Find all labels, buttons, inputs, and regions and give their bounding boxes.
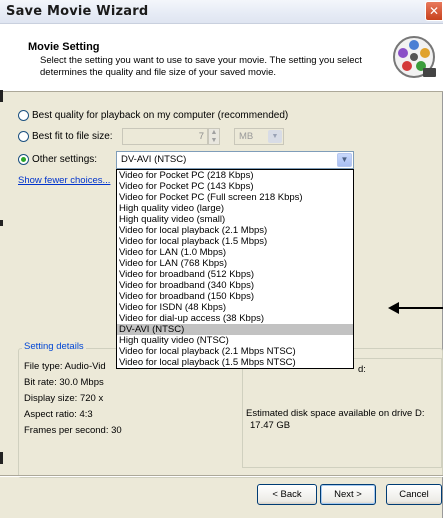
- show-fewer-choices-link[interactable]: Show fewer choices...: [18, 175, 110, 186]
- edge-mark: [0, 220, 3, 226]
- save-movie-wizard-window: Save Movie Wizard ✕ Movie Setting Select…: [0, 0, 443, 518]
- other-settings-label: Other settings:: [32, 154, 98, 165]
- edge-mark: [0, 90, 3, 102]
- edge-mark: [0, 452, 3, 464]
- chevron-down-icon[interactable]: ▼: [337, 153, 352, 167]
- dropdown-option[interactable]: Video for dial-up access (38 Kbps): [117, 313, 353, 324]
- dropdown-option[interactable]: Video for local playback (2.1 Mbps): [117, 225, 353, 236]
- file-size-unit-value: MB: [239, 131, 254, 142]
- detail-fragment: d:: [358, 364, 366, 375]
- next-button[interactable]: Next >: [320, 484, 376, 505]
- dropdown-option[interactable]: Video for Pocket PC (Full screen 218 Kbp…: [117, 192, 353, 203]
- other-settings-combo[interactable]: DV-AVI (NTSC) ▼: [116, 151, 354, 169]
- dropdown-option[interactable]: Video for LAN (768 Kbps): [117, 258, 353, 269]
- other-settings-option[interactable]: Other settings:: [18, 154, 97, 165]
- chevron-down-icon: ▼: [268, 130, 282, 143]
- best-quality-label: Best quality for playback on my computer…: [32, 110, 289, 121]
- page-description: Select the setting you want to use to sa…: [40, 55, 362, 78]
- button-separator: [0, 475, 443, 477]
- disk-space-value: 17.47 GB: [250, 420, 291, 431]
- detail-bit-rate: Bit rate: 30.0 Mbps: [24, 377, 104, 388]
- other-settings-radio[interactable]: [18, 154, 29, 165]
- other-settings-value: DV-AVI (NTSC): [121, 154, 187, 165]
- annotation-arrow-icon: [388, 302, 399, 314]
- dropdown-option[interactable]: High quality video (large): [117, 203, 353, 214]
- dropdown-option[interactable]: Video for Pocket PC (143 Kbps): [117, 181, 353, 192]
- file-size-input[interactable]: 7: [122, 128, 208, 145]
- dropdown-option[interactable]: High quality video (NTSC): [117, 335, 353, 346]
- close-button[interactable]: ✕: [425, 1, 443, 21]
- back-button[interactable]: < Back: [257, 484, 317, 505]
- setting-details-legend: Setting details: [22, 341, 86, 352]
- dropdown-option[interactable]: High quality video (small): [117, 214, 353, 225]
- dropdown-option[interactable]: Video for broadband (340 Kbps): [117, 280, 353, 291]
- best-fit-option[interactable]: Best fit to file size:: [18, 131, 113, 142]
- dropdown-option[interactable]: Video for local playback (1.5 Mbps NTSC): [117, 357, 353, 368]
- detail-frames-per-second: Frames per second: 30: [24, 425, 122, 436]
- best-quality-option[interactable]: Best quality for playback on my computer…: [18, 110, 288, 121]
- dropdown-option[interactable]: DV-AVI (NTSC): [117, 324, 353, 335]
- dropdown-option[interactable]: Video for Pocket PC (218 Kbps): [117, 170, 353, 181]
- cancel-button[interactable]: Cancel: [386, 484, 442, 505]
- best-fit-radio[interactable]: [18, 131, 29, 142]
- page-title: Movie Setting: [28, 41, 100, 53]
- detail-aspect-ratio: Aspect ratio: 4:3: [24, 409, 93, 420]
- window-title: Save Movie Wizard: [6, 4, 149, 19]
- annotation-arrow-line: [398, 307, 443, 309]
- dropdown-option[interactable]: Video for ISDN (48 Kbps): [117, 302, 353, 313]
- film-reel-icon: [393, 36, 436, 78]
- file-size-stepper[interactable]: ▲ ▼: [208, 128, 220, 145]
- best-quality-radio[interactable]: [18, 110, 29, 121]
- dropdown-option[interactable]: Video for LAN (1.0 Mbps): [117, 247, 353, 258]
- detail-display-size: Display size: 720 x: [24, 393, 104, 404]
- title-bar[interactable]: Save Movie Wizard ✕: [0, 0, 443, 24]
- dropdown-option[interactable]: Video for broadband (150 Kbps): [117, 291, 353, 302]
- wizard-header: Movie Setting Select the setting you wan…: [0, 24, 443, 92]
- disk-space-label: Estimated disk space available on drive …: [246, 408, 425, 419]
- dropdown-option[interactable]: Video for local playback (2.1 Mbps NTSC): [117, 346, 353, 357]
- dropdown-option[interactable]: Video for local playback (1.5 Mbps): [117, 236, 353, 247]
- file-size-unit-select[interactable]: MB ▼: [234, 128, 284, 145]
- best-fit-label: Best fit to file size:: [32, 131, 113, 142]
- detail-file-type: File type: Audio-Vid: [24, 361, 106, 372]
- settings-dropdown-list[interactable]: Video for Pocket PC (218 Kbps) Video for …: [116, 169, 354, 369]
- dropdown-option[interactable]: Video for broadband (512 Kbps): [117, 269, 353, 280]
